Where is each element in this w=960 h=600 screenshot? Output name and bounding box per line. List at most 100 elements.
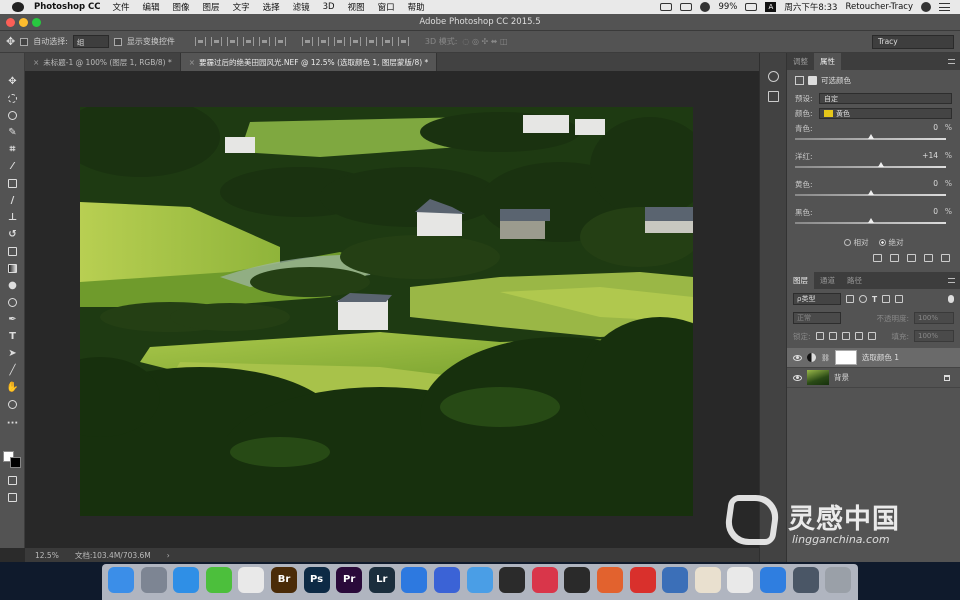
zoom-level[interactable]: 12.5%: [35, 551, 59, 560]
align-left-icon[interactable]: [242, 37, 254, 46]
layer-row-selective-color[interactable]: ⛓ 选取颜色 1: [787, 348, 960, 368]
qq-icon[interactable]: [238, 567, 265, 593]
healing-brush-tool[interactable]: [6, 177, 19, 190]
show-transform-checkbox[interactable]: [113, 37, 122, 46]
tab-landscape[interactable]: × 要霾过后的绝美田园风光.NEF @ 12.5% (选取颜色 1, 图层蒙版/8…: [180, 53, 438, 71]
menu-view[interactable]: 视图: [348, 1, 365, 13]
lock-all-icon[interactable]: [867, 332, 876, 340]
hand-tool[interactable]: ✋: [6, 381, 19, 394]
clip-to-layer-icon[interactable]: [873, 254, 882, 262]
eyedropper-tool[interactable]: ⁄: [6, 160, 19, 173]
keynote-icon[interactable]: [760, 567, 786, 593]
history-brush-tool[interactable]: ↺: [6, 228, 19, 241]
slider-value[interactable]: 0: [902, 179, 938, 188]
adjustment-icon[interactable]: [795, 76, 804, 85]
dodge-tool[interactable]: [6, 296, 19, 309]
distribute-hcenter-icon[interactable]: [365, 37, 377, 46]
reset-icon[interactable]: [907, 254, 916, 262]
slider-value[interactable]: +14: [902, 151, 938, 160]
menu-help[interactable]: 帮助: [408, 1, 425, 13]
histogram-icon[interactable]: [768, 91, 779, 102]
wechat-icon[interactable]: [205, 567, 232, 593]
distribute-bottom-icon[interactable]: [333, 37, 345, 46]
slider-thumb[interactable]: [867, 218, 874, 223]
input-method[interactable]: A: [765, 2, 777, 12]
tab-adjustments[interactable]: 调整: [787, 53, 814, 70]
screen-mode-button[interactable]: [6, 491, 19, 504]
trash-icon[interactable]: [825, 567, 852, 593]
menu-layer[interactable]: 图层: [203, 1, 220, 13]
align-hcenter-icon[interactable]: [258, 37, 270, 46]
slider-track[interactable]: [795, 166, 946, 168]
slider-thumb[interactable]: [867, 134, 874, 139]
radio-relative[interactable]: [843, 239, 851, 246]
menu-edit[interactable]: 编辑: [143, 1, 160, 13]
preset-dropdown[interactable]: 自定: [819, 93, 952, 104]
layer-name[interactable]: 背景: [834, 372, 849, 383]
notes-icon[interactable]: [694, 567, 721, 593]
menu-window[interactable]: 窗口: [378, 1, 395, 13]
safari-icon[interactable]: [173, 567, 200, 593]
fill-field[interactable]: 100%: [914, 330, 954, 342]
quick-select-tool[interactable]: ✎: [6, 126, 19, 139]
music-app-icon[interactable]: [531, 567, 558, 593]
slider-value[interactable]: 0: [902, 207, 938, 216]
distribute-left-icon[interactable]: [349, 37, 361, 46]
filter-adjustment-icon[interactable]: [859, 295, 867, 303]
slider-value[interactable]: 0: [902, 123, 938, 132]
opacity-field[interactable]: 100%: [914, 312, 954, 324]
visibility-icon[interactable]: [924, 254, 933, 262]
quick-mask-button[interactable]: [6, 474, 19, 487]
visibility-eye-icon[interactable]: [793, 374, 802, 381]
marquee-tool[interactable]: [6, 92, 19, 105]
filter-shape-icon[interactable]: [882, 295, 891, 303]
stamp-tool[interactable]: ⊥: [6, 211, 19, 224]
bridge-icon[interactable]: Br: [271, 567, 297, 593]
app-menu[interactable]: Photoshop CC: [34, 2, 101, 12]
blur-tool[interactable]: ●: [6, 279, 19, 292]
filter-pixel-icon[interactable]: [846, 295, 854, 303]
layer-mask-thumbnail[interactable]: [834, 350, 857, 365]
gradient-tool[interactable]: [6, 262, 19, 275]
layer-thumbnail[interactable]: [807, 370, 829, 385]
distribute-right-icon[interactable]: [381, 37, 393, 46]
distribute-vcenter-icon[interactable]: [317, 37, 329, 46]
tab-untitled[interactable]: × 未标题-1 @ 100% (图层 1, RGB/8) *: [25, 53, 181, 71]
mask-icon[interactable]: [808, 76, 817, 85]
slider-thumb[interactable]: [878, 162, 885, 167]
lightroom-icon[interactable]: Lr: [368, 567, 395, 593]
slider-thumb[interactable]: [867, 190, 874, 195]
edit-toolbar[interactable]: ···: [6, 417, 19, 430]
landscape-photo[interactable]: [80, 107, 693, 516]
eraser-tool[interactable]: [6, 245, 19, 258]
close-tab-icon[interactable]: ×: [189, 58, 195, 67]
move-tool-icon[interactable]: ✥: [6, 35, 15, 48]
charts-app-icon[interactable]: [727, 567, 754, 593]
view-previous-icon[interactable]: [890, 254, 899, 262]
lasso-tool[interactable]: [6, 109, 19, 122]
zoom-tool[interactable]: [6, 398, 19, 411]
tab-properties[interactable]: 属性: [814, 53, 841, 70]
menu-filter[interactable]: 滤镜: [293, 1, 310, 13]
auto-select-checkbox[interactable]: [20, 37, 29, 46]
davinci-icon[interactable]: [499, 567, 526, 593]
align-top-icon[interactable]: [194, 37, 206, 46]
tab-channels[interactable]: 通道: [814, 272, 841, 289]
radio-absolute[interactable]: [878, 239, 886, 246]
filter-kind-dropdown[interactable]: ρ类型: [793, 293, 841, 305]
menu-image[interactable]: 图像: [173, 1, 190, 13]
finder-icon[interactable]: [108, 567, 134, 593]
lock-artboard-icon[interactable]: [854, 332, 863, 340]
menu-file[interactable]: 文件: [113, 1, 130, 13]
screenshot-icon[interactable]: [792, 567, 819, 593]
user-name[interactable]: Retoucher-Tracy: [845, 2, 913, 12]
close-tab-icon[interactable]: ×: [33, 58, 39, 67]
lock-position-icon[interactable]: [841, 332, 850, 340]
filter-type-icon[interactable]: T: [872, 295, 877, 304]
clock[interactable]: 周六下午8:33: [784, 1, 837, 13]
menu-select[interactable]: 选择: [263, 1, 280, 13]
link-icon[interactable]: ⛓: [821, 354, 830, 362]
tab-paths[interactable]: 路径: [841, 272, 868, 289]
apple-icon[interactable]: [12, 2, 24, 12]
method-relative[interactable]: 相对: [843, 237, 869, 248]
